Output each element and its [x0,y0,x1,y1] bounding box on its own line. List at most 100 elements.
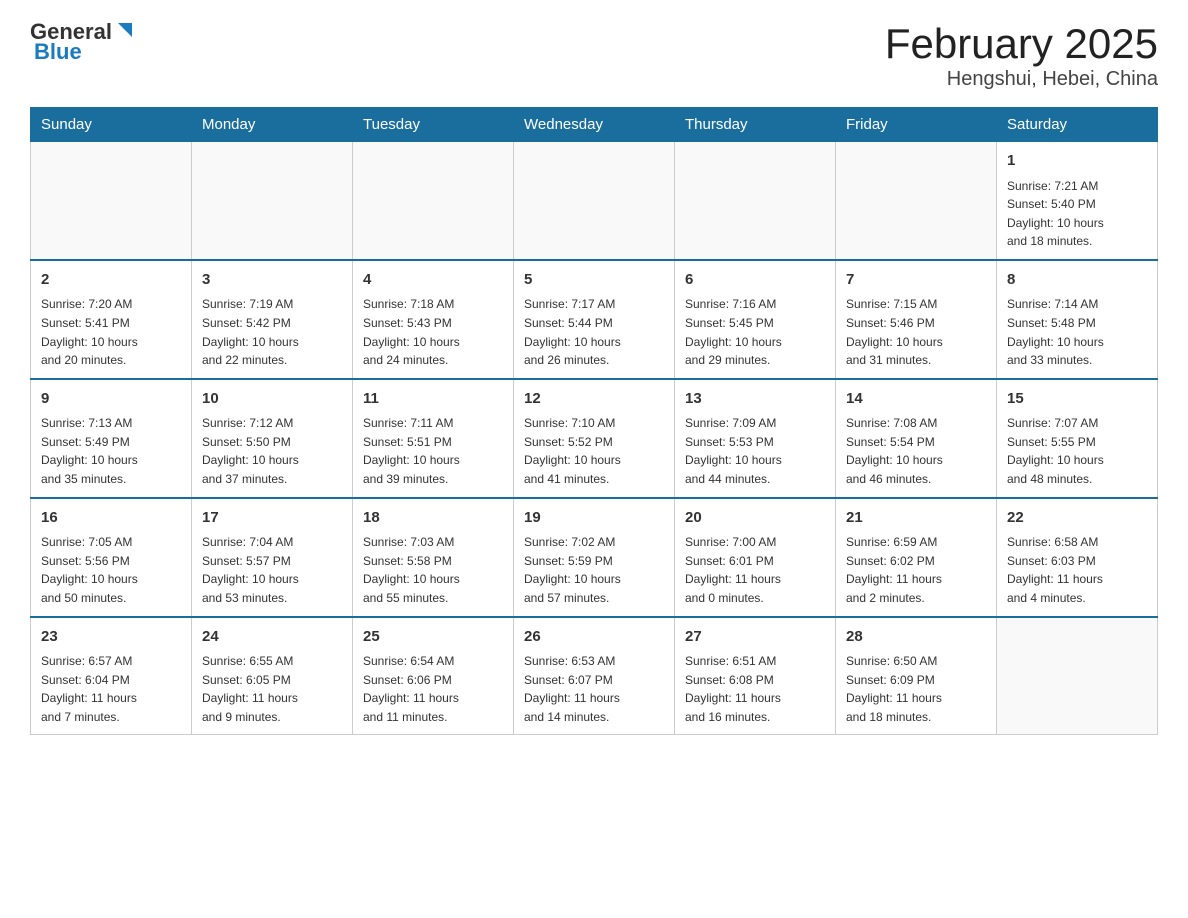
weekday-header-thursday: Thursday [675,108,836,142]
calendar-cell: 10 Sunrise: 7:12 AMSunset: 5:50 PMDayligh… [192,379,353,498]
calendar-cell: 7 Sunrise: 7:15 AMSunset: 5:46 PMDaylight… [836,260,997,379]
title-area: February 2025 Hengshui, Hebei, China [885,20,1158,91]
day-info: Sunrise: 7:02 AMSunset: 5:59 PMDaylight:… [524,533,664,607]
weekday-header-monday: Monday [192,108,353,142]
calendar-cell: 6 Sunrise: 7:16 AMSunset: 5:45 PMDaylight… [675,260,836,379]
day-number: 1 [1007,150,1147,173]
day-info: Sunrise: 7:21 AMSunset: 5:40 PMDaylight:… [1007,177,1147,251]
calendar-cell: 18 Sunrise: 7:03 AMSunset: 5:58 PMDayligh… [353,498,514,617]
day-number: 21 [846,507,986,530]
calendar-cell: 12 Sunrise: 7:10 AMSunset: 5:52 PMDayligh… [514,379,675,498]
day-number: 27 [685,626,825,649]
day-number: 17 [202,507,342,530]
day-info: Sunrise: 7:18 AMSunset: 5:43 PMDaylight:… [363,295,503,369]
week-row-3: 16 Sunrise: 7:05 AMSunset: 5:56 PMDayligh… [31,498,1158,617]
logo-blue: Blue [34,40,82,64]
week-row-0: 1 Sunrise: 7:21 AMSunset: 5:40 PMDaylight… [31,142,1158,260]
day-info: Sunrise: 7:04 AMSunset: 5:57 PMDaylight:… [202,533,342,607]
week-row-4: 23 Sunrise: 6:57 AMSunset: 6:04 PMDayligh… [31,617,1158,735]
calendar-cell: 21 Sunrise: 6:59 AMSunset: 6:02 PMDayligh… [836,498,997,617]
calendar-cell [514,142,675,260]
calendar-cell: 28 Sunrise: 6:50 AMSunset: 6:09 PMDayligh… [836,617,997,735]
calendar-cell: 19 Sunrise: 7:02 AMSunset: 5:59 PMDayligh… [514,498,675,617]
calendar-cell: 14 Sunrise: 7:08 AMSunset: 5:54 PMDayligh… [836,379,997,498]
day-info: Sunrise: 7:15 AMSunset: 5:46 PMDaylight:… [846,295,986,369]
day-number: 10 [202,388,342,411]
day-info: Sunrise: 7:00 AMSunset: 6:01 PMDaylight:… [685,533,825,607]
day-info: Sunrise: 6:50 AMSunset: 6:09 PMDaylight:… [846,652,986,726]
day-number: 25 [363,626,503,649]
calendar-cell: 15 Sunrise: 7:07 AMSunset: 5:55 PMDayligh… [997,379,1158,498]
day-info: Sunrise: 7:11 AMSunset: 5:51 PMDaylight:… [363,414,503,488]
calendar-cell: 25Sunrise: 6:54 AMSunset: 6:06 PMDayligh… [353,617,514,735]
day-info: Sunrise: 6:55 AMSunset: 6:05 PMDaylight:… [202,652,342,726]
calendar-cell: 22Sunrise: 6:58 AMSunset: 6:03 PMDayligh… [997,498,1158,617]
day-number: 14 [846,388,986,411]
calendar-cell [31,142,192,260]
calendar-cell: 3Sunrise: 7:19 AMSunset: 5:42 PMDaylight… [192,260,353,379]
day-number: 11 [363,388,503,411]
calendar-cell [353,142,514,260]
day-number: 12 [524,388,664,411]
day-info: Sunrise: 7:12 AMSunset: 5:50 PMDaylight:… [202,414,342,488]
day-info: Sunrise: 6:59 AMSunset: 6:02 PMDaylight:… [846,533,986,607]
calendar-cell: 5Sunrise: 7:17 AMSunset: 5:44 PMDaylight… [514,260,675,379]
location-title: Hengshui, Hebei, China [885,68,1158,91]
logo-arrow-icon [114,19,136,41]
day-info: Sunrise: 7:07 AMSunset: 5:55 PMDaylight:… [1007,414,1147,488]
day-number: 6 [685,269,825,292]
day-info: Sunrise: 7:05 AMSunset: 5:56 PMDaylight:… [41,533,181,607]
day-info: Sunrise: 7:09 AMSunset: 5:53 PMDaylight:… [685,414,825,488]
weekday-header-saturday: Saturday [997,108,1158,142]
day-info: Sunrise: 7:03 AMSunset: 5:58 PMDaylight:… [363,533,503,607]
calendar-cell [997,617,1158,735]
calendar-cell [836,142,997,260]
day-number: 15 [1007,388,1147,411]
day-info: Sunrise: 7:20 AMSunset: 5:41 PMDaylight:… [41,295,181,369]
day-number: 9 [41,388,181,411]
month-title: February 2025 [885,20,1158,68]
logo: General Blue [30,20,136,64]
day-number: 5 [524,269,664,292]
day-number: 2 [41,269,181,292]
calendar-cell: 23 Sunrise: 6:57 AMSunset: 6:04 PMDayligh… [31,617,192,735]
day-number: 7 [846,269,986,292]
calendar-cell: 16 Sunrise: 7:05 AMSunset: 5:56 PMDayligh… [31,498,192,617]
week-row-2: 9Sunrise: 7:13 AMSunset: 5:49 PMDaylight… [31,379,1158,498]
day-number: 19 [524,507,664,530]
calendar-cell: 9Sunrise: 7:13 AMSunset: 5:49 PMDaylight… [31,379,192,498]
page-header: General Blue February 2025 Hengshui, Heb… [30,20,1158,91]
calendar-cell [192,142,353,260]
day-number: 16 [41,507,181,530]
day-number: 18 [363,507,503,530]
day-info: Sunrise: 6:51 AMSunset: 6:08 PMDaylight:… [685,652,825,726]
calendar-table: SundayMondayTuesdayWednesdayThursdayFrid… [30,107,1158,735]
calendar-cell: 20 Sunrise: 7:00 AMSunset: 6:01 PMDayligh… [675,498,836,617]
day-number: 4 [363,269,503,292]
calendar-cell [675,142,836,260]
day-info: Sunrise: 7:10 AMSunset: 5:52 PMDaylight:… [524,414,664,488]
week-row-1: 2 Sunrise: 7:20 AMSunset: 5:41 PMDaylight… [31,260,1158,379]
calendar-cell: 27 Sunrise: 6:51 AMSunset: 6:08 PMDayligh… [675,617,836,735]
calendar-cell: 17 Sunrise: 7:04 AMSunset: 5:57 PMDayligh… [192,498,353,617]
day-info: Sunrise: 7:16 AMSunset: 5:45 PMDaylight:… [685,295,825,369]
day-number: 28 [846,626,986,649]
day-number: 22 [1007,507,1147,530]
weekday-header-friday: Friday [836,108,997,142]
weekday-header-row: SundayMondayTuesdayWednesdayThursdayFrid… [31,108,1158,142]
day-number: 13 [685,388,825,411]
calendar-cell: 26 Sunrise: 6:53 AMSunset: 6:07 PMDayligh… [514,617,675,735]
day-number: 8 [1007,269,1147,292]
day-number: 23 [41,626,181,649]
day-info: Sunrise: 7:08 AMSunset: 5:54 PMDaylight:… [846,414,986,488]
day-number: 20 [685,507,825,530]
day-info: Sunrise: 6:57 AMSunset: 6:04 PMDaylight:… [41,652,181,726]
calendar-cell: 4 Sunrise: 7:18 AMSunset: 5:43 PMDaylight… [353,260,514,379]
calendar-cell: 24 Sunrise: 6:55 AMSunset: 6:05 PMDayligh… [192,617,353,735]
weekday-header-tuesday: Tuesday [353,108,514,142]
day-number: 24 [202,626,342,649]
day-number: 26 [524,626,664,649]
day-info: Sunrise: 6:53 AMSunset: 6:07 PMDaylight:… [524,652,664,726]
calendar-cell: 1 Sunrise: 7:21 AMSunset: 5:40 PMDaylight… [997,142,1158,260]
calendar-cell: 11 Sunrise: 7:11 AMSunset: 5:51 PMDayligh… [353,379,514,498]
